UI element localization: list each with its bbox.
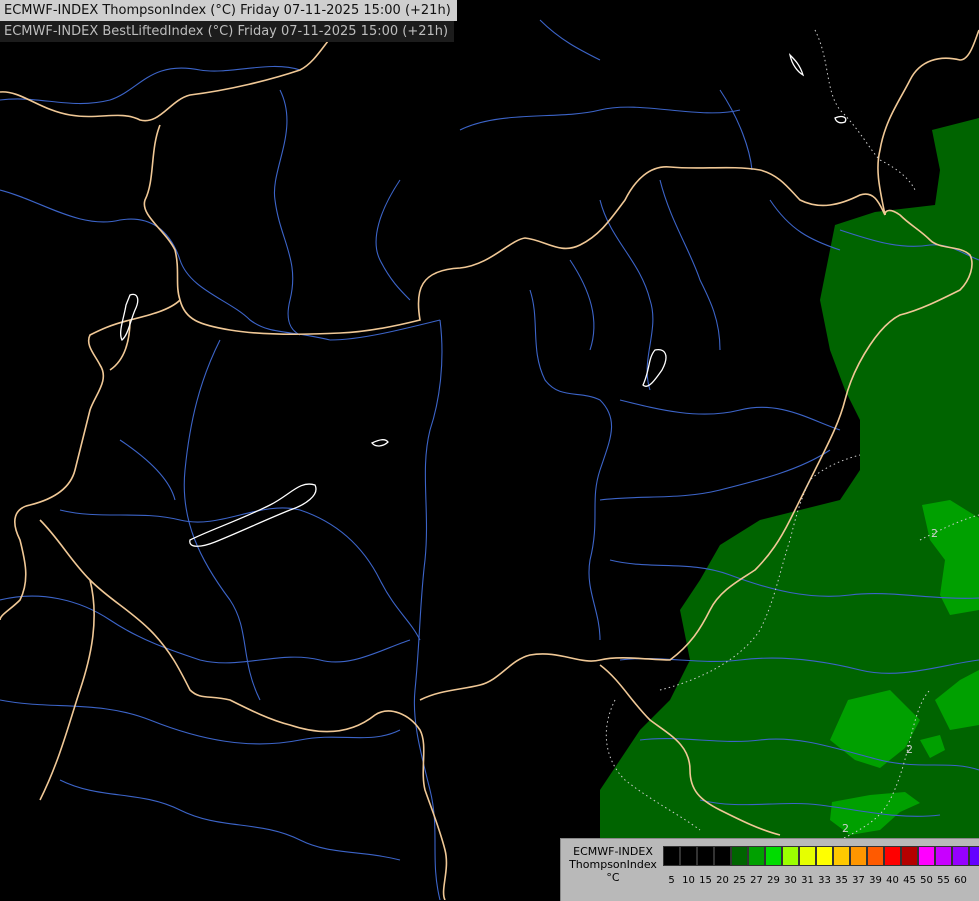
legend-swatch — [816, 846, 833, 866]
legend-swatch — [714, 846, 731, 866]
legend-swatch — [697, 846, 714, 866]
legend-swatch — [731, 846, 748, 866]
legend-tick-label: 35 — [835, 875, 848, 886]
legend-swatch — [969, 846, 979, 866]
legend-parameter: ThompsonIndex — [569, 858, 657, 871]
contour-label: 2 — [931, 527, 938, 540]
legend-tick-label: 31 — [801, 875, 814, 886]
legend-tick-label: 40 — [886, 875, 899, 886]
legend-swatch — [850, 846, 867, 866]
legend-model: ECMWF-INDEX — [573, 845, 653, 858]
legend-swatch — [748, 846, 765, 866]
legend-swatch — [680, 846, 697, 866]
legend-tick-label: 27 — [750, 875, 763, 886]
legend-tick-label: 45 — [903, 875, 916, 886]
legend-swatch — [901, 846, 918, 866]
legend-swatch — [833, 846, 850, 866]
contour-label: 2 — [906, 743, 913, 756]
legend-tick-label: 50 — [920, 875, 933, 886]
legend-tick-label: 29 — [767, 875, 780, 886]
legend-tick-label: 60 — [954, 875, 967, 886]
legend-tick-label: 30 — [784, 875, 797, 886]
legend-swatch — [799, 846, 816, 866]
legend-swatch — [782, 846, 799, 866]
weather-map: 2 2 2 — [0, 0, 979, 900]
legend-tick-label: 55 — [937, 875, 950, 886]
legend-tick-label: 25 — [733, 875, 746, 886]
legend-swatch — [765, 846, 782, 866]
legend-swatch — [918, 846, 935, 866]
legend-swatch — [663, 846, 680, 866]
legend-swatch — [884, 846, 901, 866]
legend-tick-label: 5 — [668, 875, 675, 886]
map-title-primary: ECMWF-INDEX ThompsonIndex (°C) Friday 07… — [0, 0, 457, 21]
legend-swatch — [935, 846, 952, 866]
legend-swatches — [663, 846, 979, 866]
legend-unit: °C — [606, 871, 620, 884]
legend-swatch — [867, 846, 884, 866]
legend-tick-label: 37 — [852, 875, 865, 886]
legend-tick-label: 15 — [699, 875, 712, 886]
legend-tick-label: 39 — [869, 875, 882, 886]
contour-label: 2 — [842, 822, 849, 835]
map-title-secondary: ECMWF-INDEX BestLiftedIndex (°C) Friday … — [0, 21, 455, 42]
legend-swatch — [952, 846, 969, 866]
legend-ticks: 5 10 15 20 25 27 29 30 31 33 35 37 39 40 45 50 55 60 — [663, 875, 969, 886]
color-legend: ECMWF-INDEX ThompsonIndex °C 5 10 15 20 25 27… — [560, 838, 979, 901]
legend-tick-label: 33 — [818, 875, 831, 886]
legend-tick-label: 20 — [716, 875, 729, 886]
legend-tick-label: 10 — [682, 875, 695, 886]
legend-title: ECMWF-INDEX ThompsonIndex °C — [565, 845, 661, 884]
